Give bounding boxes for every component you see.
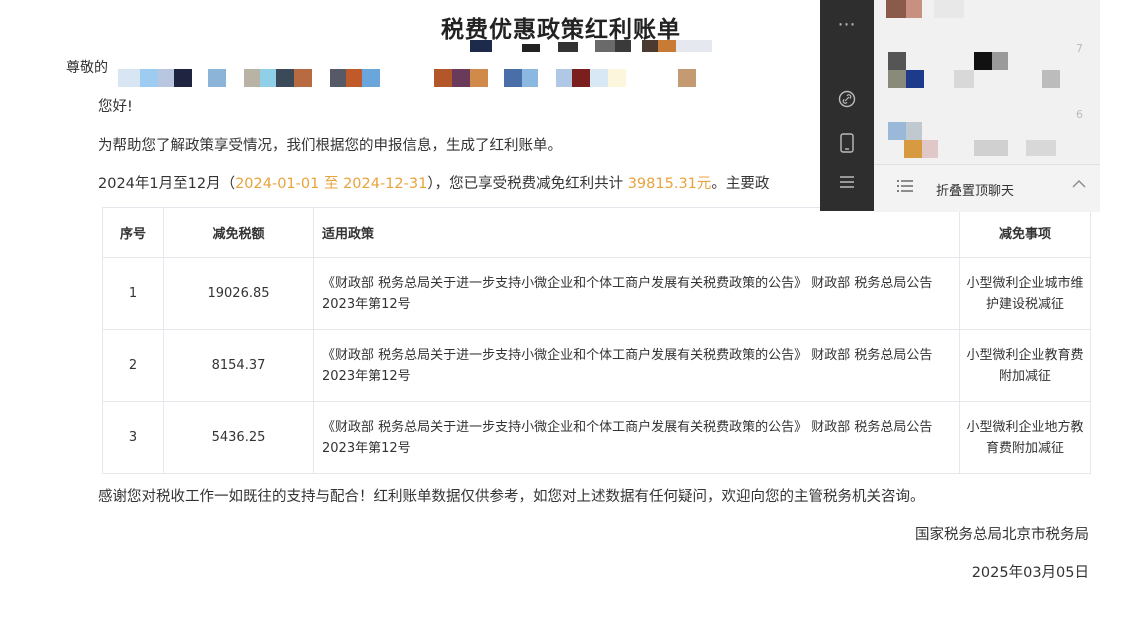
menu-icon[interactable]: [820, 174, 874, 194]
header-policy: 适用政策: [313, 207, 960, 258]
side-digit-bottom: 6: [1076, 108, 1083, 121]
more-dots-icon[interactable]: ⋯: [820, 14, 874, 35]
chevron-up-icon[interactable]: [1072, 177, 1086, 193]
redacted-mosaic-recipient: [118, 69, 718, 87]
link-icon[interactable]: [820, 90, 874, 112]
period-open-paren: （: [220, 176, 236, 192]
salutation: 尊敬的: [66, 60, 108, 76]
row-no: 1: [102, 257, 164, 330]
table-row: 2 8154.37 《财政部 税务总局关于进一步支持小微企业和个体工商户发展有关…: [102, 329, 1091, 402]
header-no: 序号: [102, 207, 164, 258]
row-item: 小型微利企业教育费附加减征: [959, 329, 1091, 402]
list-icon: [896, 178, 914, 199]
chat-sidebar: ⋯: [820, 0, 874, 211]
header-item: 减免事项: [959, 207, 1091, 258]
row-policy: 《财政部 税务总局关于进一步支持小微企业和个体工商户发展有关税费政策的公告》 财…: [313, 329, 960, 402]
issue-date: 2025年03月05日: [971, 565, 1089, 581]
row-no: 3: [102, 401, 164, 474]
redacted-mosaic-chat-list: [874, 0, 1100, 164]
period-prefix: 2024年1月至12月: [98, 176, 221, 192]
row-policy: 《财政部 税务总局关于进一步支持小微企业和个体工商户发展有关税费政策的公告》 财…: [313, 257, 960, 330]
intro-paragraph: 为帮助您了解政策享受情况，我们根据您的申报信息，生成了红利账单。: [98, 138, 562, 154]
row-no: 2: [102, 329, 164, 402]
table-header-row: 序号 减免税额 适用政策 减免事项: [102, 207, 1091, 258]
total-amount: 39815.31元: [627, 176, 712, 192]
table-row: 3 5436.25 《财政部 税务总局关于进一步支持小微企业和个体工商户发展有关…: [102, 401, 1091, 474]
fold-pinned-chats-bar[interactable]: 折叠置顶聊天: [874, 164, 1100, 212]
period-range: 2024-01-01 至 2024-12-31: [235, 176, 428, 192]
row-amount: 19026.85: [163, 257, 314, 330]
chat-list-panel: 7 6 折叠置顶聊天: [874, 0, 1100, 212]
period-suffix: 。主要政: [711, 176, 770, 192]
issuer-name: 国家税务总局北京市税务局: [915, 527, 1089, 543]
policy-table: 序号 减免税额 适用政策 减免事项 1 19026.85 《财政部 税务总局关于…: [102, 207, 1091, 474]
period-mid-text: ），您已享受税费减免红利共计: [427, 176, 624, 192]
row-policy: 《财政部 税务总局关于进一步支持小微企业和个体工商户发展有关税费政策的公告》 财…: [313, 401, 960, 474]
greeting-hello: 您好!: [98, 99, 133, 115]
row-item: 小型微利企业城市维护建设税减征: [959, 257, 1091, 330]
row-amount: 5436.25: [163, 401, 314, 474]
table-row: 1 19026.85 《财政部 税务总局关于进一步支持小微企业和个体工商户发展有…: [102, 257, 1091, 330]
row-item: 小型微利企业地方教育费附加减征: [959, 401, 1091, 474]
header-amount: 减免税额: [163, 207, 314, 258]
redacted-mosaic-title: [470, 36, 715, 52]
fold-pinned-label: 折叠置顶聊天: [936, 184, 1015, 199]
phone-icon[interactable]: [820, 133, 874, 157]
side-digit-top: 7: [1076, 42, 1083, 55]
thanks-paragraph: 感谢您对税收工作一如既往的支持与配合！红利账单数据仅供参考，如您对上述数据有任何…: [98, 489, 925, 505]
row-amount: 8154.37: [163, 329, 314, 402]
summary-paragraph: 2024年1月至12月（2024-01-01 至 2024-12-31），您已享…: [98, 172, 769, 193]
